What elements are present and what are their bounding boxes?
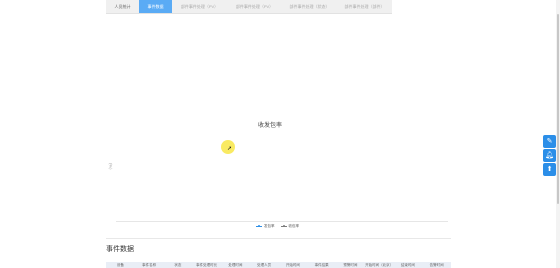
legend-line-icon <box>256 225 262 227</box>
edit-icon: ✎ <box>546 138 553 145</box>
tab-component-pv-2[interactable]: 部件事件处理（PV） <box>227 0 282 13</box>
legend-line-icon <box>280 225 287 227</box>
table-header-cell: 状态 <box>174 263 182 267</box>
mouse-pointer-icon: ➚ <box>227 146 233 152</box>
page: 人员统计 事件数据 部件事件处理（PV） 部件事件处理（PV） 部件事件处理（状… <box>0 0 560 268</box>
table-header-cell: 事件处理时长 <box>196 263 218 267</box>
legend-item-send-rate[interactable]: 发包率 <box>256 224 275 229</box>
table-header: 设备 事件名称 状态 事件处理时长 处理时间 处理人员 开始时间 事件结果 预警时间 开始时间（北… <box>106 262 451 268</box>
scrollbar-thumb[interactable] <box>557 14 559 204</box>
table-header-cell: 开始时间 <box>285 263 300 267</box>
tab-bar: 人员统计 事件数据 部件事件处理（PV） 部件事件处理（PV） 部件事件处理（状… <box>106 0 392 14</box>
table-header-cell: 处理时间 <box>228 263 243 267</box>
section-title: 事件数据 <box>106 246 134 253</box>
table-header-cell: 告警时间 <box>429 263 444 267</box>
chart-x-axis <box>116 221 448 222</box>
tab-event-data[interactable]: 事件数据 <box>139 0 172 13</box>
chart-y-label: （%） <box>108 160 113 172</box>
chart-legend: 发包率 收包率 <box>256 224 299 229</box>
table-header-cell: 开始时间（北京） <box>365 263 394 267</box>
table-header-cell: 设备 <box>116 263 124 267</box>
table-header-cell: 结束时间 <box>400 263 415 267</box>
tab-component-status[interactable]: 部件事件处理（状态） <box>282 0 337 13</box>
back-to-top-button[interactable]: ⬆ <box>543 163 556 176</box>
edit-button[interactable]: ✎ <box>543 135 556 148</box>
notification-button[interactable]: 🔔︎ <box>543 149 556 162</box>
legend-label: 收包率 <box>288 224 300 228</box>
chart-title: 收发包率 <box>257 123 282 129</box>
table-header-cell: 预警时间 <box>343 263 358 267</box>
table-header-cell: 事件名称 <box>142 263 157 267</box>
bell-icon: 🔔︎ <box>545 152 554 159</box>
table-header-cell: 事件结果 <box>314 263 329 267</box>
table-header-cell: 处理人员 <box>257 263 272 267</box>
legend-item-receive-rate[interactable]: 收包率 <box>280 224 300 229</box>
arrow-up-icon: ⬆ <box>546 166 553 173</box>
tab-personnel-stats[interactable]: 人员统计 <box>106 0 139 13</box>
tab-component-pv-1[interactable]: 部件事件处理（PV） <box>172 0 227 13</box>
section-divider <box>106 238 451 239</box>
legend-label: 发包率 <box>264 224 275 228</box>
tab-component-part[interactable]: 部件事件处理（部件） <box>337 0 392 13</box>
